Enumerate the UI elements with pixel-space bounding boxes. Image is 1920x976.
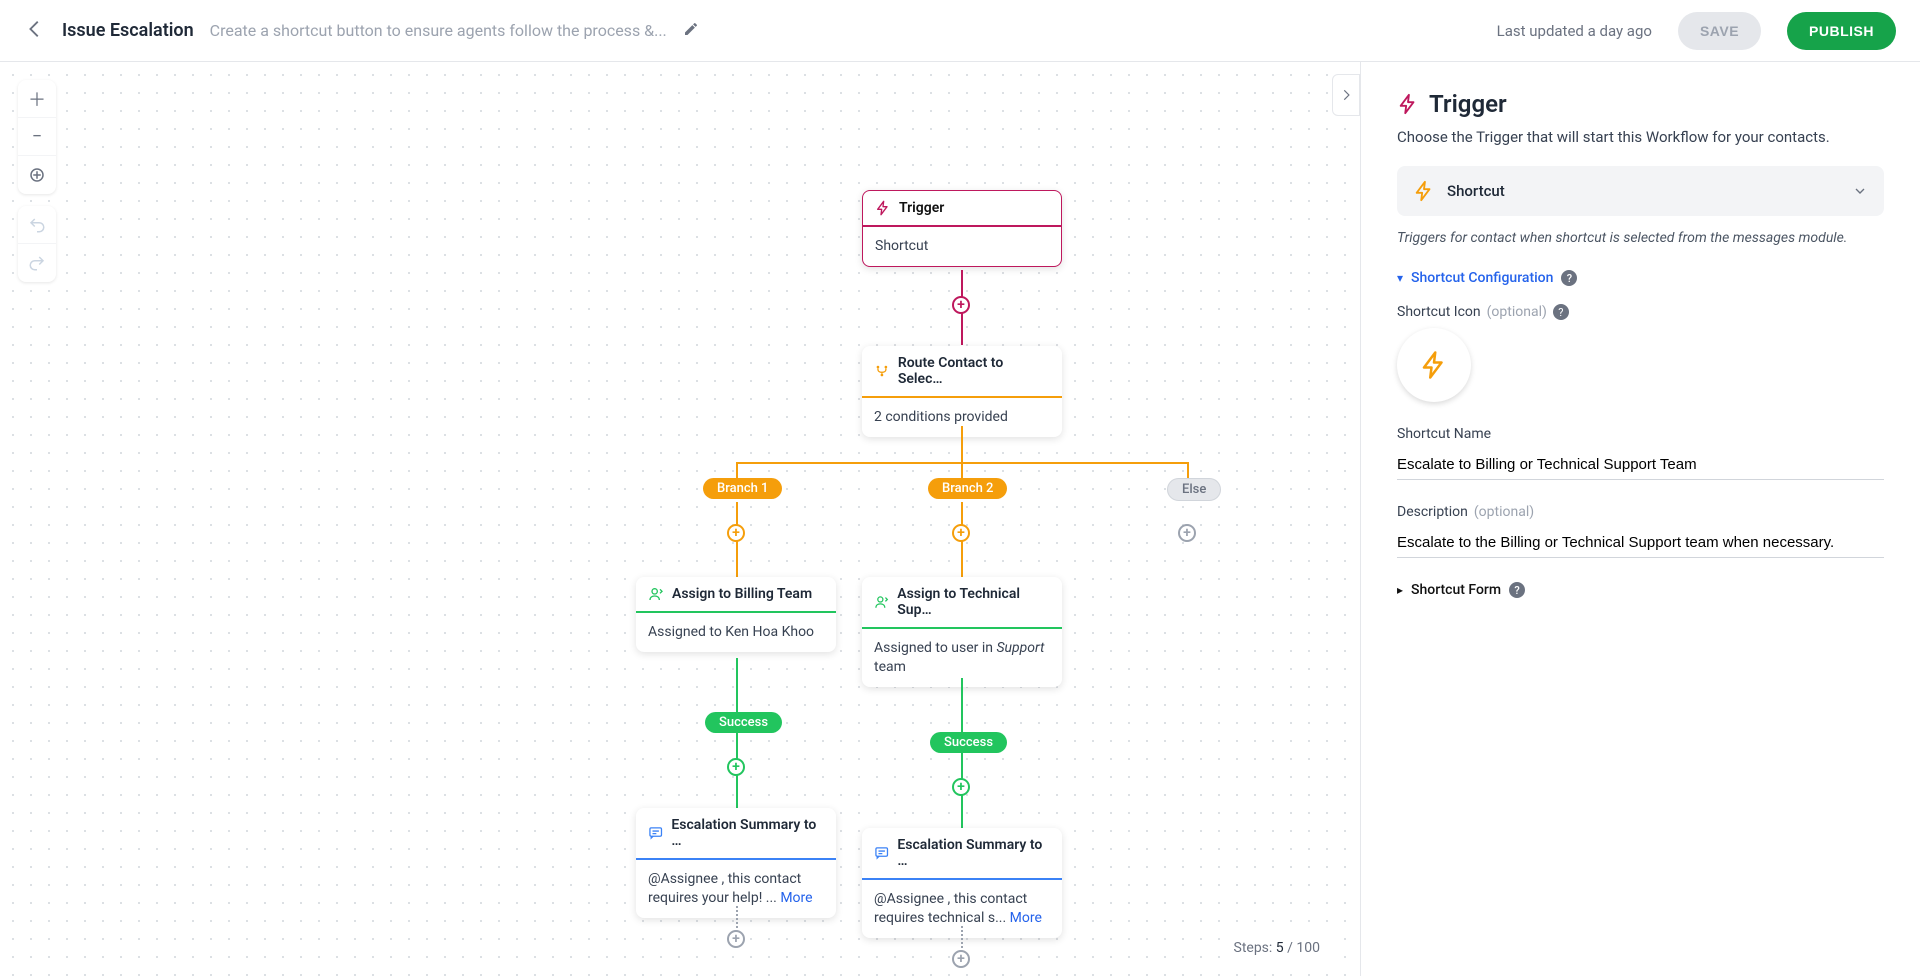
- help-icon[interactable]: ?: [1553, 304, 1569, 320]
- help-icon[interactable]: ?: [1561, 270, 1577, 286]
- bolt-icon: [1413, 180, 1435, 202]
- node-msg2-more[interactable]: More: [1010, 910, 1042, 926]
- trigger-panel: Trigger Choose the Trigger that will sta…: [1360, 62, 1920, 976]
- panel-description: Choose the Trigger that will start this …: [1397, 128, 1884, 146]
- page-title: Issue Escalation: [62, 20, 194, 41]
- chevron-down-icon: [1852, 183, 1868, 199]
- node-escalation-msg-2[interactable]: Escalation Summary to … @Assignee , this…: [862, 828, 1062, 938]
- bolt-icon: [1419, 350, 1449, 380]
- shortcut-icon-label: Shortcut Icon (optional) ?: [1397, 304, 1884, 320]
- shortcut-name-label: Shortcut Name: [1397, 426, 1884, 442]
- branch-1-label[interactable]: Branch 1: [703, 478, 782, 499]
- branch-else-label[interactable]: Else: [1167, 478, 1221, 501]
- node-trigger-title: Trigger: [899, 200, 944, 216]
- section-shortcut-config[interactable]: ▾ Shortcut Configuration ?: [1397, 270, 1884, 286]
- chevron-down-icon: ▾: [1397, 271, 1403, 285]
- node-assign-technical-title: Assign to Technical Sup…: [897, 586, 1050, 618]
- node-assign-billing-title: Assign to Billing Team: [672, 586, 812, 602]
- node-trigger[interactable]: Trigger Shortcut: [862, 190, 1062, 267]
- node-route[interactable]: Route Contact to Selec… 2 conditions pro…: [862, 346, 1062, 437]
- add-after-trigger[interactable]: +: [952, 296, 970, 314]
- trigger-type-label: Shortcut: [1447, 182, 1840, 200]
- node-msg1-more[interactable]: More: [780, 890, 812, 906]
- last-updated: Last updated a day ago: [1497, 22, 1652, 40]
- trigger-type-hint: Triggers for contact when shortcut is se…: [1397, 230, 1884, 246]
- node-trigger-body: Shortcut: [863, 227, 1061, 266]
- node-msg1-title: Escalation Summary to …: [671, 817, 824, 849]
- steps-counter: Steps: 5 / 100: [1224, 934, 1331, 962]
- edit-title-button[interactable]: [683, 21, 699, 41]
- add-after-msg-2[interactable]: +: [952, 950, 970, 968]
- node-msg2-title: Escalation Summary to …: [897, 837, 1050, 869]
- node-escalation-msg-1[interactable]: Escalation Summary to … @Assignee , this…: [636, 808, 836, 918]
- section-shortcut-form[interactable]: ▸ Shortcut Form ?: [1397, 582, 1884, 598]
- node-assign-technical[interactable]: Assign to Technical Sup… Assigned to use…: [862, 577, 1062, 687]
- workflow-canvas[interactable]: ＋ − Trigger Shortcut: [0, 62, 1360, 976]
- chevron-right-icon: ▸: [1397, 583, 1403, 597]
- node-route-title: Route Contact to Selec…: [898, 355, 1050, 387]
- add-after-assign-1[interactable]: +: [727, 758, 745, 776]
- branch-2-label[interactable]: Branch 2: [928, 478, 1007, 499]
- add-after-msg-1[interactable]: +: [727, 930, 745, 948]
- add-after-assign-2[interactable]: +: [952, 778, 970, 796]
- shortcut-desc-input[interactable]: [1397, 528, 1884, 558]
- node-assign-billing[interactable]: Assign to Billing Team Assigned to Ken H…: [636, 577, 836, 652]
- node-msg2-body: @Assignee , this contact requires techni…: [874, 891, 1027, 926]
- node-msg1-body: @Assignee , this contact requires your h…: [648, 871, 801, 906]
- help-icon[interactable]: ?: [1509, 582, 1525, 598]
- shortcut-desc-label: Description (optional): [1397, 504, 1884, 520]
- node-assign-billing-body: Assigned to Ken Hoa Khoo: [636, 613, 836, 652]
- add-branch-1[interactable]: +: [727, 524, 745, 542]
- success-2-label: Success: [930, 732, 1007, 753]
- back-arrow[interactable]: [24, 18, 46, 44]
- success-1-label: Success: [705, 712, 782, 733]
- panel-heading: Trigger: [1429, 90, 1507, 118]
- save-button[interactable]: SAVE: [1678, 12, 1761, 50]
- page-subtitle: Create a shortcut button to ensure agent…: [210, 21, 667, 40]
- add-branch-else[interactable]: +: [1178, 524, 1196, 542]
- shortcut-icon-picker[interactable]: [1397, 328, 1471, 402]
- trigger-type-selector[interactable]: Shortcut: [1397, 166, 1884, 216]
- publish-button[interactable]: PUBLISH: [1787, 12, 1896, 50]
- add-branch-2[interactable]: +: [952, 524, 970, 542]
- shortcut-name-input[interactable]: [1397, 450, 1884, 480]
